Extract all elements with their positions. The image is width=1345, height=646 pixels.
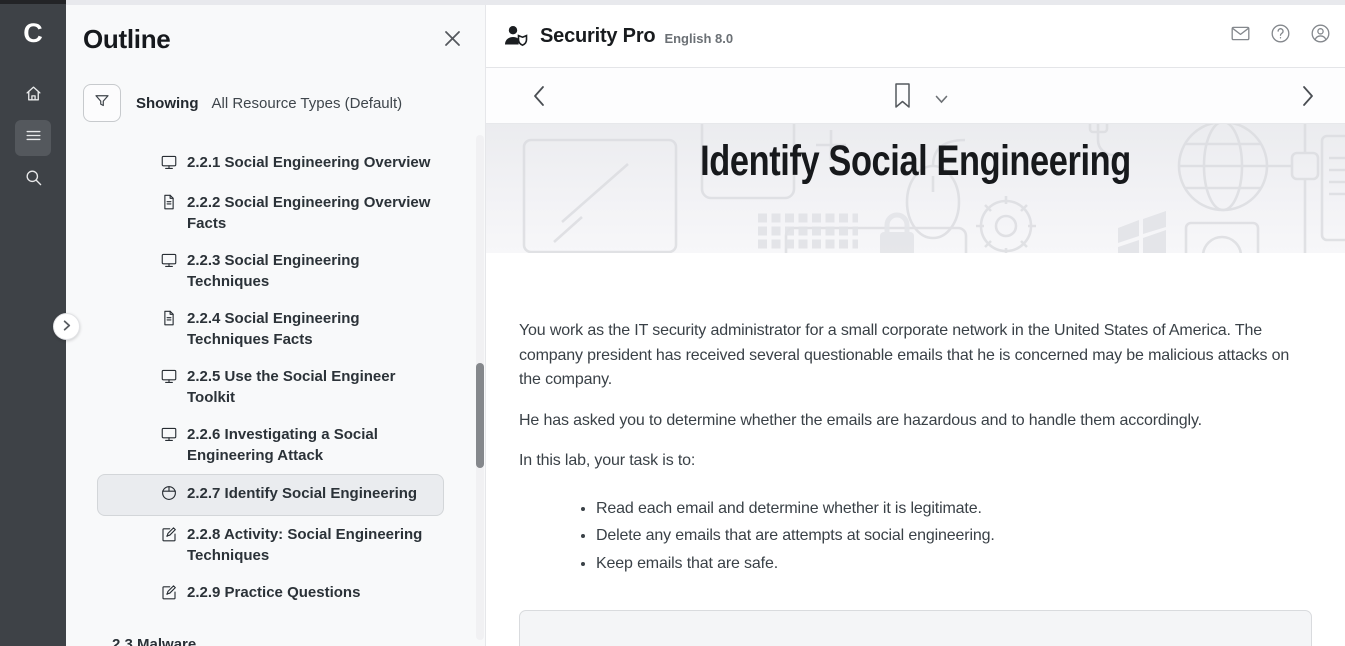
filter-value: All Resource Types (Default): [212, 95, 403, 112]
panel-expand-button[interactable]: [53, 313, 80, 340]
chevron-left-icon: [532, 94, 546, 111]
outline-item[interactable]: 2.2.4 Social Engineering Techniques Fact…: [160, 300, 444, 358]
chevron-right-icon: [1301, 94, 1315, 111]
outline-item[interactable]: 2.2.5 Use the Social Engineer Toolkit: [160, 358, 444, 416]
scenario-paragraph: He has asked you to determine whether th…: [519, 409, 1312, 434]
outline-item[interactable]: 2.2.2 Social Engineering Overview Facts: [160, 184, 444, 242]
pencil-square-icon: [160, 525, 178, 548]
app-logo-letter: C: [23, 18, 43, 49]
hamburger-menu-icon: [24, 126, 43, 150]
bookmark-button[interactable]: [893, 82, 912, 114]
filter-funnel-icon: [93, 92, 111, 115]
task-list-item: Read each email and determine whether it…: [596, 498, 1312, 520]
sidebar-outline-button[interactable]: [15, 120, 51, 156]
monitor-icon: [160, 425, 178, 448]
outline-item-label: 2.2.6 Investigating a Social Engineering…: [187, 424, 437, 466]
course-shield-person-icon: [503, 24, 529, 48]
outline-panel: Outline Showing All Resource Types (Defa…: [66, 5, 486, 646]
home-icon: [24, 84, 43, 108]
close-icon: [444, 34, 461, 51]
lesson-navbar: [486, 68, 1345, 124]
outline-item-label: 2.2.1 Social Engineering Overview: [187, 152, 430, 173]
envelope-icon: [1230, 23, 1251, 49]
outline-item-label: 2.2.7 Identify Social Engineering: [187, 483, 417, 504]
close-outline-button[interactable]: [444, 30, 461, 52]
outline-item[interactable]: 2.2.1 Social Engineering Overview: [160, 144, 444, 184]
pencil-square-icon: [160, 583, 178, 606]
outline-item-label: 2.2.8 Activity: Social Engineering Techn…: [187, 524, 437, 566]
chevron-down-icon: [935, 91, 948, 108]
outline-list: 2.2.1 Social Engineering Overview 2.2.2 S…: [66, 144, 485, 646]
outline-scrollbar: [476, 135, 484, 640]
outline-item-label: 2.2.4 Social Engineering Techniques Fact…: [187, 308, 437, 350]
next-lesson-button[interactable]: [1301, 85, 1315, 112]
filter-showing-label: Showing: [136, 95, 199, 112]
bookmark-menu-button[interactable]: [935, 91, 948, 109]
lesson-banner: Identify Social Engineering: [486, 124, 1345, 253]
outline-item-selected[interactable]: 2.2.7 Identify Social Engineering: [97, 474, 444, 516]
outline-item[interactable]: 2.2.8 Activity: Social Engineering Techn…: [160, 516, 444, 574]
outline-item[interactable]: 2.2.3 Social Engineering Techniques: [160, 242, 444, 300]
monitor-icon: [160, 367, 178, 390]
outline-item-label: 2.2.2 Social Engineering Overview Facts: [187, 192, 437, 234]
task-list: Read each email and determine whether it…: [519, 498, 1312, 575]
outline-item[interactable]: 2.2.9 Practice Questions: [160, 574, 444, 614]
document-icon: [160, 193, 178, 216]
course-header: Security Pro English 8.0: [486, 5, 1345, 68]
course-language: English 8.0: [664, 31, 733, 46]
outline-item-label: 2.2.5 Use the Social Engineer Toolkit: [187, 366, 437, 408]
task-list-item: Keep emails that are safe.: [596, 553, 1312, 575]
person-circle-icon: [1310, 23, 1331, 49]
chevron-right-icon: [61, 318, 72, 336]
sidebar-search-button[interactable]: [15, 162, 51, 198]
sidebar-home-button[interactable]: [15, 78, 51, 114]
bookmark-icon: [893, 96, 912, 113]
outline-title: Outline: [83, 24, 170, 55]
account-button[interactable]: [1310, 23, 1331, 49]
course-title: Security Pro: [540, 25, 655, 48]
page-title: Identify Social Engineering: [572, 137, 1259, 186]
main-content: Security Pro English 8.0: [486, 5, 1345, 646]
previous-lesson-button[interactable]: [532, 85, 546, 112]
app-logo[interactable]: C: [0, 4, 66, 62]
document-icon: [160, 309, 178, 332]
lesson-article: You work as the IT security administrato…: [486, 253, 1345, 646]
scenario-paragraph: You work as the IT security administrato…: [519, 319, 1312, 393]
question-circle-icon: [1270, 23, 1291, 49]
monitor-icon: [160, 251, 178, 274]
scenario-paragraphs: You work as the IT security administrato…: [519, 319, 1312, 474]
outline-item-label: 2.2.3 Social Engineering Techniques: [187, 250, 437, 292]
outline-item[interactable]: 2.2.6 Investigating a Social Engineering…: [160, 416, 444, 474]
outline-section-header: 2.3 Malware: [112, 628, 485, 646]
note-box: Hold your mouse over the embedded links …: [519, 610, 1312, 646]
mouse-icon: [160, 484, 178, 507]
filter-button[interactable]: [83, 84, 121, 122]
scenario-paragraph: In this lab, your task is to:: [519, 449, 1312, 474]
mail-button[interactable]: [1230, 23, 1251, 49]
task-list-item: Delete any emails that are attempts at s…: [596, 525, 1312, 547]
search-icon: [24, 168, 43, 192]
monitor-icon: [160, 153, 178, 176]
help-button[interactable]: [1270, 23, 1291, 49]
outline-item-label: 2.2.9 Practice Questions: [187, 582, 360, 603]
outline-scrollbar-thumb[interactable]: [476, 363, 484, 468]
